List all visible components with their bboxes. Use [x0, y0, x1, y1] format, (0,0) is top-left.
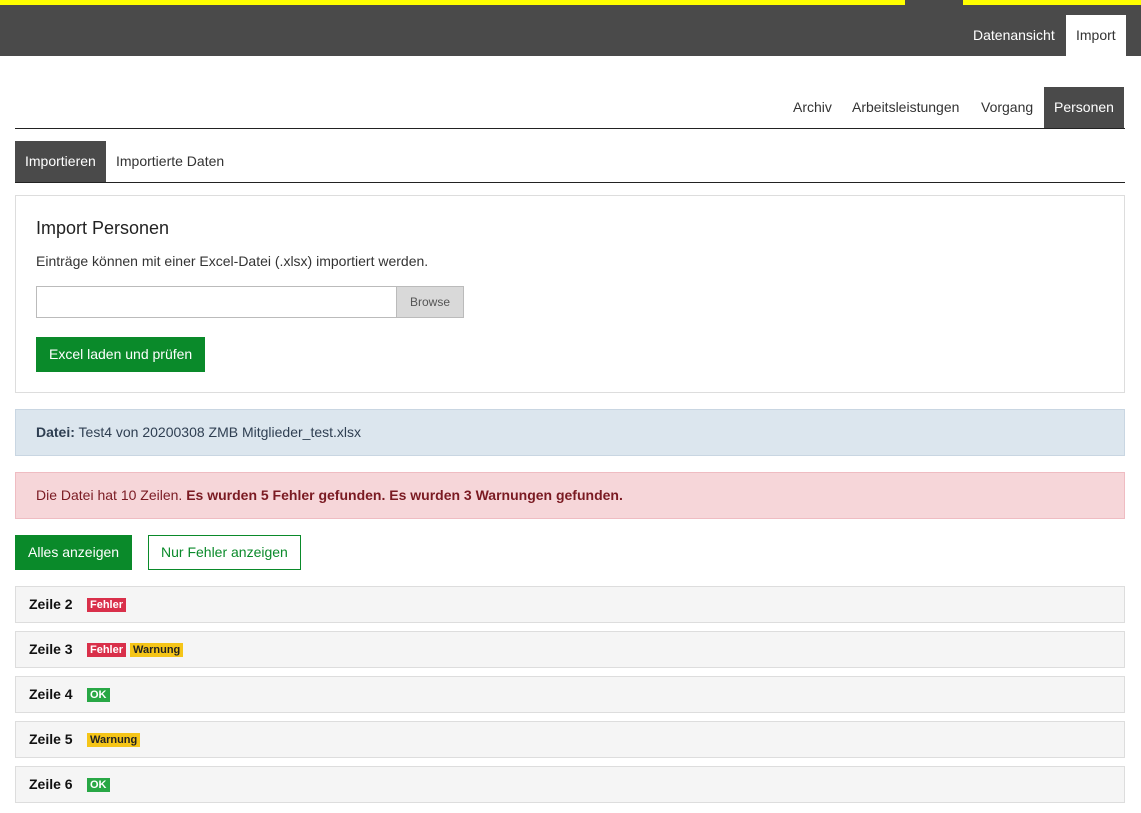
- row-badges: OK: [87, 688, 110, 702]
- topnav-datenansicht[interactable]: Datenansicht: [963, 15, 1065, 56]
- tab-importieren[interactable]: Importieren: [15, 141, 106, 182]
- import-panel: Import Personen Einträge können mit eine…: [15, 195, 1125, 393]
- panel-description: Einträge können mit einer Excel-Datei (.…: [36, 253, 429, 269]
- row-label: Zeile 5: [29, 731, 73, 747]
- sub-tabs: Importieren Importierte Daten: [15, 141, 1125, 183]
- row-badges: Warnung: [87, 733, 141, 747]
- load-and-check-button[interactable]: Excel laden und prüfen: [36, 337, 206, 372]
- row-label: Zeile 2: [29, 596, 73, 612]
- warn-badge: Warnung: [87, 733, 141, 747]
- topnav-import[interactable]: Import: [1066, 15, 1126, 56]
- row-badges: Fehler Warnung: [87, 643, 184, 657]
- summary-alert: Die Datei hat 10 Zeilen. Es wurden 5 Feh…: [15, 472, 1125, 519]
- show-errors-only-button[interactable]: Nur Fehler anzeigen: [148, 535, 301, 570]
- result-row[interactable]: Zeile 6 OK: [15, 766, 1125, 803]
- tab-archiv[interactable]: Archiv: [783, 87, 842, 128]
- result-row[interactable]: Zeile 4 OK: [15, 676, 1125, 713]
- top-navigation: Datenansicht Import: [0, 5, 1141, 56]
- summary-warnings: Es wurden 3 Warnungen gefunden.: [389, 487, 623, 503]
- error-badge: Fehler: [87, 598, 127, 612]
- summary-prefix: Die Datei hat 10 Zeilen.: [36, 487, 183, 503]
- panel-title: Import Personen: [36, 218, 170, 238]
- file-info-filename: Test4 von 20200308 ZMB Mitglieder_test.x…: [78, 424, 362, 440]
- file-info-alert: Datei: Test4 von 20200308 ZMB Mitglieder…: [15, 409, 1125, 456]
- ok-badge: OK: [87, 778, 110, 792]
- result-row[interactable]: Zeile 5 Warnung: [15, 721, 1125, 758]
- row-label: Zeile 4: [29, 686, 73, 702]
- file-input[interactable]: [36, 286, 396, 318]
- tab-arbeitsleistungen[interactable]: Arbeitsleistungen: [842, 87, 969, 128]
- tab-vorgang[interactable]: Vorgang: [971, 87, 1043, 128]
- file-info-label: Datei:: [36, 424, 75, 440]
- row-badges: OK: [87, 778, 110, 792]
- row-label: Zeile 6: [29, 776, 73, 792]
- section-tabs: Archiv Arbeitsleistungen Vorgang Persone…: [15, 87, 1125, 129]
- error-badge: Fehler: [87, 643, 127, 657]
- ok-badge: OK: [87, 688, 110, 702]
- browse-button[interactable]: Browse: [396, 286, 464, 318]
- tab-importierte-daten[interactable]: Importierte Daten: [106, 141, 234, 182]
- summary-errors: Es wurden 5 Fehler gefunden.: [186, 487, 386, 503]
- result-row[interactable]: Zeile 3 Fehler Warnung: [15, 631, 1125, 668]
- result-row[interactable]: Zeile 2 Fehler: [15, 586, 1125, 623]
- show-all-button[interactable]: Alles anzeigen: [15, 535, 133, 570]
- warn-badge: Warnung: [130, 643, 184, 657]
- row-badges: Fehler: [87, 598, 127, 612]
- row-label: Zeile 3: [29, 641, 73, 657]
- tab-personen[interactable]: Personen: [1044, 87, 1124, 128]
